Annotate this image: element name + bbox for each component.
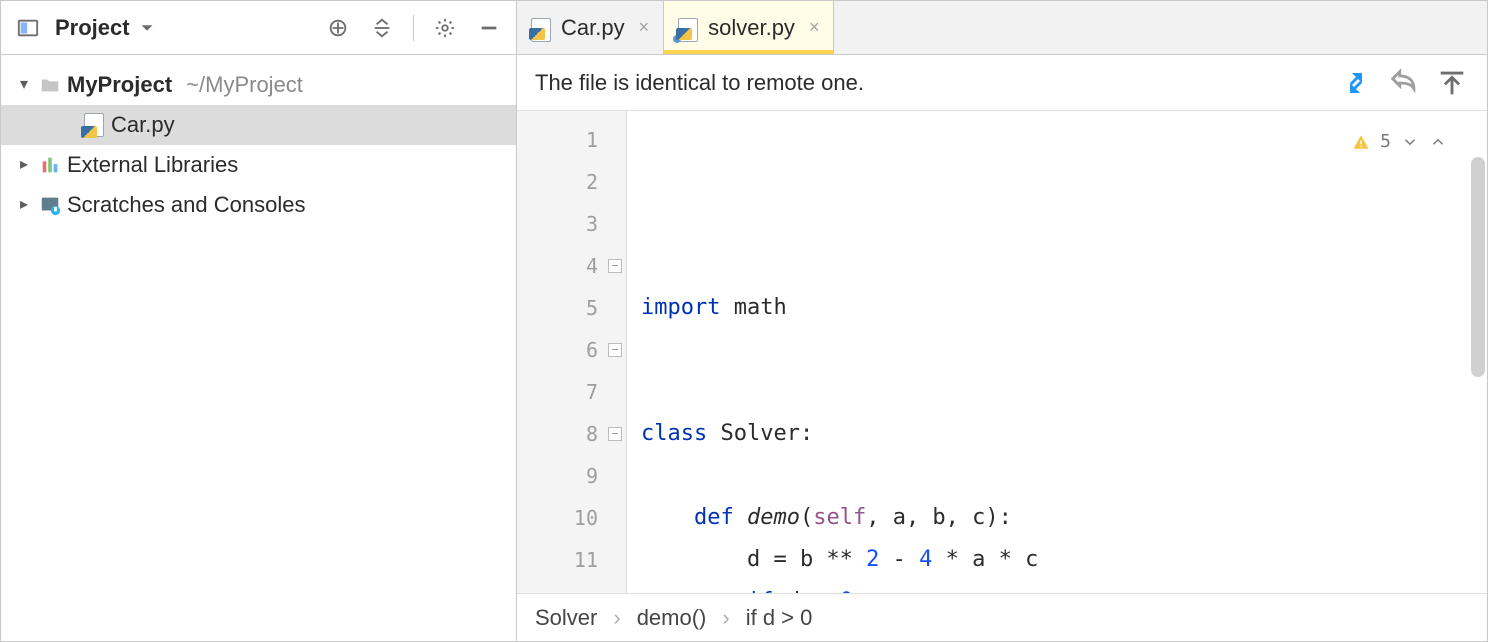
editor-tab[interactable]: Car.py × <box>517 1 664 54</box>
project-label: Project <box>55 15 130 41</box>
breadcrumb-item[interactable]: Solver <box>535 605 597 631</box>
code-line[interactable]: def demo(self, a, b, c): <box>641 497 1487 539</box>
gear-icon[interactable] <box>428 11 462 45</box>
breadcrumb-bar[interactable]: Solver › demo() › if d > 0 <box>517 593 1487 641</box>
chevron-down-icon <box>136 17 158 39</box>
tree-node-name: External Libraries <box>67 147 238 183</box>
code-line[interactable]: if d > 0: <box>641 581 1487 593</box>
project-header: Project <box>1 1 516 55</box>
python-file-icon <box>678 18 698 38</box>
editor-tabs: Car.py × solver.py × <box>517 1 1487 55</box>
notification-message: The file is identical to remote one. <box>535 70 1325 96</box>
line-number[interactable]: 3 <box>517 203 626 245</box>
project-tree: ▾ MyProject ~/MyProject ▸Car.py ▸Externa… <box>1 55 516 235</box>
code-line[interactable] <box>641 371 1487 413</box>
inspections-widget[interactable]: 5 <box>1352 121 1447 163</box>
tree-root-name: MyProject <box>67 67 172 103</box>
chevron-down-icon[interactable] <box>1401 133 1419 151</box>
tree-root-path: ~/MyProject <box>186 67 303 103</box>
undo-icon[interactable] <box>1387 66 1421 100</box>
close-icon[interactable]: × <box>809 17 820 38</box>
folder-icon <box>39 74 61 96</box>
line-number[interactable]: 1 <box>517 119 626 161</box>
fold-icon[interactable]: − <box>608 343 622 357</box>
code-line[interactable]: import math <box>641 287 1487 329</box>
line-number[interactable]: 6− <box>517 329 626 371</box>
node-icon <box>39 194 61 216</box>
close-icon[interactable]: × <box>639 17 650 38</box>
node-icon <box>39 154 61 176</box>
project-dropdown[interactable]: Project <box>55 15 158 41</box>
code-content[interactable]: 5 import math class Solver: def demo(sel… <box>627 111 1487 593</box>
tree-node-name: Scratches and Consoles <box>67 187 305 223</box>
tree-root[interactable]: ▾ MyProject ~/MyProject <box>1 65 516 105</box>
chevron-right-icon[interactable]: ▸ <box>15 147 33 183</box>
tree-node[interactable]: ▸ Scratches and Consoles <box>1 185 516 225</box>
code-line[interactable]: d = b ** 2 - 4 * a * c <box>641 539 1487 581</box>
line-number[interactable]: 5 <box>517 287 626 329</box>
notification-bar: The file is identical to remote one. <box>517 55 1487 111</box>
editor-pane: Car.py × solver.py × The file is identical… <box>517 1 1487 641</box>
inspections-count: 5 <box>1380 121 1391 163</box>
diff-sync-icon[interactable] <box>1339 66 1373 100</box>
code-line[interactable]: class Solver: <box>641 413 1487 455</box>
expand-all-icon[interactable] <box>365 11 399 45</box>
line-number[interactable]: 11 <box>517 539 626 581</box>
line-gutter[interactable]: 1234−56−78−91011 <box>517 111 627 593</box>
tab-label: Car.py <box>561 15 625 41</box>
tool-window-icon[interactable] <box>11 11 45 45</box>
scroll-to-top-icon[interactable] <box>1435 66 1469 100</box>
line-number[interactable]: 10 <box>517 497 626 539</box>
code-line[interactable] <box>641 329 1487 371</box>
breadcrumb-separator: › <box>613 605 620 631</box>
breadcrumb-item[interactable]: demo() <box>637 605 707 631</box>
vertical-scrollbar[interactable] <box>1471 157 1485 377</box>
select-opened-file-icon[interactable] <box>321 11 355 45</box>
line-number[interactable]: 2 <box>517 161 626 203</box>
code-editor[interactable]: 1234−56−78−91011 5 import math class Sol… <box>517 111 1487 593</box>
line-number[interactable]: 4− <box>517 245 626 287</box>
python-file-icon <box>531 18 551 38</box>
tree-file-name: Car.py <box>111 107 175 143</box>
chevron-right-icon[interactable]: ▸ <box>15 187 33 223</box>
chevron-down-icon[interactable]: ▾ <box>15 67 33 103</box>
line-number[interactable]: 8− <box>517 413 626 455</box>
editor-tab[interactable]: solver.py × <box>664 1 834 54</box>
line-number[interactable]: 7 <box>517 371 626 413</box>
warning-icon <box>1352 133 1370 151</box>
line-number[interactable]: 9 <box>517 455 626 497</box>
breadcrumb-item[interactable]: if d > 0 <box>746 605 813 631</box>
python-file-icon <box>83 114 105 136</box>
chevron-up-icon[interactable] <box>1429 133 1447 151</box>
hide-icon[interactable] <box>472 11 506 45</box>
code-line[interactable] <box>641 455 1487 497</box>
tree-node[interactable]: ▸ External Libraries <box>1 145 516 185</box>
tab-label: solver.py <box>708 15 795 41</box>
fold-icon[interactable]: − <box>608 427 622 441</box>
fold-icon[interactable]: − <box>608 259 622 273</box>
breadcrumb-separator: › <box>722 605 729 631</box>
tree-file[interactable]: ▸Car.py <box>1 105 516 145</box>
project-tool-window: Project ▾ MyProject ~/MyProject ▸Car.py … <box>1 1 517 641</box>
